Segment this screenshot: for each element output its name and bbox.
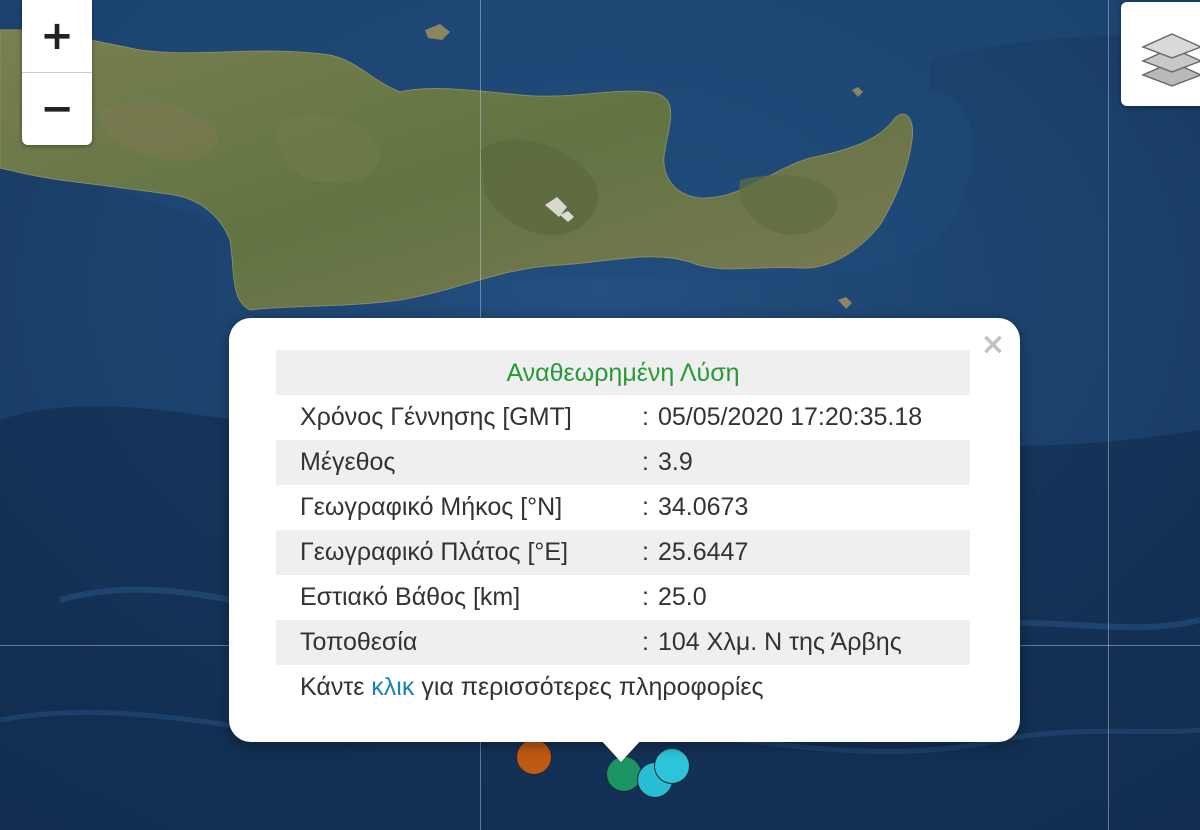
info-label: Μέγεθος xyxy=(300,448,396,476)
earthquake-marker[interactable] xyxy=(654,748,690,784)
info-label: Εστιακό Βάθος [km] xyxy=(300,583,521,611)
more-info-link[interactable]: κλικ xyxy=(371,673,414,701)
layers-control-button[interactable] xyxy=(1121,2,1200,106)
layers-icon xyxy=(1141,33,1200,87)
zoom-out-button[interactable]: − xyxy=(22,73,92,145)
footer-text-before: Κάντε xyxy=(300,673,365,701)
info-separator: : xyxy=(642,538,649,566)
info-label: Γεωγραφικό Πλάτος [°E] xyxy=(300,538,569,566)
popup-tip xyxy=(599,738,643,762)
earthquake-marker[interactable] xyxy=(516,739,552,775)
popup-footer: Κάντε κλικ για περισσότερες πληροφορίες xyxy=(276,665,970,710)
info-row-latitude: Γεωγραφικό Μήκος [°N] : 34.0673 xyxy=(276,485,970,530)
info-row-origin-time: Χρόνος Γέννησης [GMT] : 05/05/2020 17:20… xyxy=(276,395,970,440)
info-value: 104 Χλμ. Ν της Άρβης xyxy=(658,628,902,656)
info-separator: : xyxy=(642,403,649,431)
info-label: Τοποθεσία xyxy=(300,628,418,656)
info-separator: : xyxy=(642,628,649,656)
popup-title: Αναθεωρημένη Λύση xyxy=(276,350,970,395)
info-separator: : xyxy=(642,493,649,521)
info-value: 05/05/2020 17:20:35.18 xyxy=(658,403,923,431)
info-value: 25.0 xyxy=(658,583,707,611)
map-view[interactable]: + − × Αναθεωρημένη Λύση Χρόνος Γέννησης … xyxy=(0,0,1200,830)
info-label: Χρόνος Γέννησης [GMT] xyxy=(300,403,572,431)
info-label: Γεωγραφικό Μήκος [°N] xyxy=(300,493,563,521)
info-row-longitude: Γεωγραφικό Πλάτος [°E] : 25.6447 xyxy=(276,530,970,575)
info-row-depth: Εστιακό Βάθος [km] : 25.0 xyxy=(276,575,970,620)
popup-close-button[interactable]: × xyxy=(979,328,1007,362)
info-value: 25.6447 xyxy=(658,538,749,566)
event-info-table: Αναθεωρημένη Λύση Χρόνος Γέννησης [GMT] … xyxy=(276,350,970,710)
graticule-line xyxy=(1108,0,1109,830)
info-row-magnitude: Μέγεθος : 3.9 xyxy=(276,440,970,485)
zoom-control: + − xyxy=(22,0,92,145)
info-value: 34.0673 xyxy=(658,493,749,521)
footer-text-after: για περισσότερες πληροφορίες xyxy=(421,673,764,701)
info-row-location: Τοποθεσία : 104 Χλμ. Ν της Άρβης xyxy=(276,620,970,665)
info-separator: : xyxy=(642,583,649,611)
info-separator: : xyxy=(642,448,649,476)
zoom-in-button[interactable]: + xyxy=(22,0,92,73)
info-value: 3.9 xyxy=(658,448,693,476)
